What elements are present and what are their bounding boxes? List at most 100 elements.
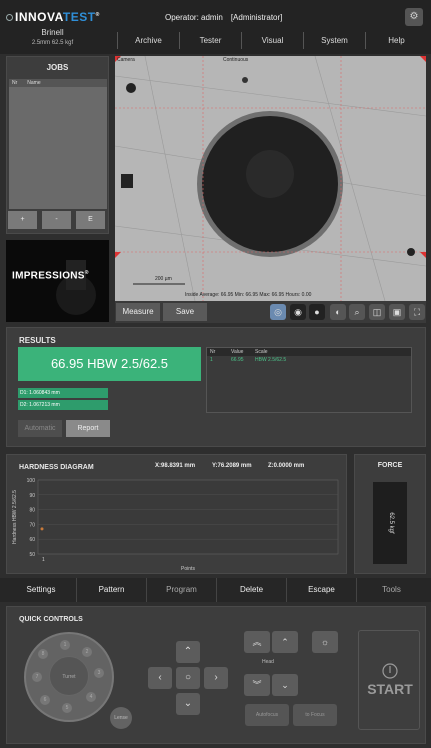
tools-button[interactable]: Tools (356, 578, 426, 602)
x-tick-label: 1 (42, 557, 45, 563)
arrow-left-icon: ‹ (158, 672, 162, 683)
jobs-panel: JOBS Nr Name (6, 56, 109, 234)
y-tick-label: 60 (29, 537, 35, 543)
save-button[interactable]: Save (163, 303, 207, 321)
start-label: START (367, 681, 413, 697)
y-tick-label: 100 (27, 478, 36, 484)
jobs-title: JOBS (46, 63, 69, 72)
brightness-icon: ☼ (320, 637, 330, 647)
circle-icon[interactable]: ● (309, 304, 325, 320)
turret-position-6[interactable]: 6 (40, 695, 50, 705)
data-point (40, 527, 44, 531)
double-chevron-up-icon: ︽ (252, 637, 262, 647)
turret-position-7[interactable]: 7 (32, 672, 42, 682)
arrow-down-icon: ⌄ (183, 698, 193, 709)
add-job-button[interactable]: + (8, 211, 37, 229)
jobs-table-header: Nr Name (9, 79, 107, 87)
method-info: Brinell 2.5mm 62.5 kgf (31, 28, 74, 46)
menu-help[interactable]: Help (365, 32, 427, 49)
x-coordinate: X:98.8391 mm (155, 463, 196, 469)
chevron-down-icon: ⌄ (281, 680, 289, 690)
report-button[interactable]: Report (66, 420, 110, 437)
settings-icon[interactable]: ⚙ (405, 8, 423, 26)
to-focus-button[interactable]: to Focus (293, 704, 337, 726)
delete-button[interactable]: Delete (216, 578, 286, 602)
results-table[interactable]: Nr Value Scale 1 66.95 HBW 2.5/62.5 (206, 347, 412, 413)
move-right-button[interactable]: › (204, 667, 228, 689)
jobs-table[interactable]: Nr Name (9, 79, 107, 209)
menu-visual[interactable]: Visual (241, 32, 303, 49)
ring-icon[interactable]: ◉ (290, 304, 306, 320)
measure-button[interactable]: Measure (116, 303, 160, 321)
quick-controls-title: QUICK CONTROLS (19, 616, 83, 623)
turret-position-3[interactable]: 3 (94, 668, 104, 678)
camera-view[interactable]: Camera Continuous 200 µm Inside Average:… (115, 56, 426, 301)
turret-position-4[interactable]: 4 (86, 692, 96, 702)
autofocus-button[interactable]: Autofocus (245, 704, 289, 726)
escape-button[interactable]: Escape (286, 578, 356, 602)
x-axis-label: Points (181, 566, 195, 572)
operator-info: Operator: admin [Administrator] (165, 13, 283, 22)
program-button[interactable]: Program (146, 578, 216, 602)
move-down-button[interactable]: ⌄ (176, 693, 200, 715)
arrow-up-icon: ⌃ (183, 646, 193, 657)
contrast-icon[interactable]: ◐ (330, 304, 346, 320)
menu-archive[interactable]: Archive (117, 32, 179, 49)
snapshot-icon[interactable]: ▣ (389, 304, 405, 320)
head-down-button[interactable]: ⌄ (272, 674, 298, 696)
y-tick-label: 90 (29, 493, 35, 499)
y-tick-label: 50 (29, 552, 35, 558)
move-left-button[interactable]: ‹ (148, 667, 172, 689)
results-title: RESULTS (19, 336, 56, 345)
scale-label: 200 µm (155, 276, 172, 282)
live-view-icon[interactable]: ◎ (270, 304, 286, 320)
results-table-header: Nr Value Scale (207, 348, 411, 356)
menu-system[interactable]: System (303, 32, 365, 49)
y-tick-label: 80 (29, 508, 35, 514)
turret-center[interactable]: Turret (49, 656, 89, 696)
remove-job-button[interactable]: - (42, 211, 71, 229)
center-button[interactable]: ○ (176, 667, 200, 689)
head-label: Head (262, 659, 274, 665)
camera-status: Continuous (223, 57, 249, 63)
hardness-value: 66.95 HBW 2.5/62.5 (18, 347, 201, 381)
move-up-button[interactable]: ⌃ (176, 641, 200, 663)
y-coordinate: Y:76.2089 mm (212, 463, 252, 469)
indentation-image (115, 56, 426, 301)
table-row[interactable]: 1 66.95 HBW 2.5/62.5 (207, 356, 411, 364)
force-value: 62.5 kgf (388, 512, 394, 534)
force-title: FORCE (377, 462, 403, 469)
head-fast-down-button[interactable]: ︾ (244, 674, 270, 696)
pattern-button[interactable]: Pattern (76, 578, 146, 602)
fullscreen-icon[interactable]: ⛶ (409, 304, 425, 320)
settings-button[interactable]: Settings (6, 578, 76, 602)
automatic-button[interactable]: Automatic (18, 420, 62, 437)
start-button[interactable]: START (358, 630, 420, 730)
turret-position-2[interactable]: 2 (82, 647, 92, 657)
measurement-readout: Inside Average: 66.95 Min: 66.95 Max: 66… (185, 292, 312, 298)
y-axis-label: Hardness HBW 2.5/62.5 (12, 490, 18, 544)
logo-mark-icon (6, 14, 13, 22)
impressions-ad[interactable]: IMPRESSIONS® (6, 240, 109, 322)
z-coordinate: Z:0.0000 mm (268, 463, 305, 469)
d1-value: D1: 1.060843 mm (18, 388, 108, 398)
head-fast-up-button[interactable]: ︽ (244, 631, 270, 653)
arrow-right-icon: › (214, 672, 218, 683)
lense-button[interactable]: Lense (110, 707, 132, 729)
head-up-button[interactable]: ⌃ (272, 631, 298, 653)
camera-icon[interactable]: ◫ (369, 304, 385, 320)
plot-area (37, 479, 339, 555)
turret-position-8[interactable]: 8 (38, 649, 48, 659)
chevron-up-icon: ⌃ (281, 637, 289, 647)
circle-icon: ○ (184, 672, 192, 683)
turret-position-5[interactable]: 5 (62, 703, 72, 713)
edit-job-button[interactable]: E (76, 211, 105, 229)
zoom-icon[interactable]: ⌕ (349, 304, 365, 320)
camera-label: Camera (117, 57, 135, 63)
turret-position-1[interactable]: 1 (60, 640, 70, 650)
hardness-chart: 100 90 80 70 60 50 1 Points Hardness HBW 2.5/62.… (12, 478, 339, 572)
force-value-graphic: 62.5 kgf (388, 512, 394, 534)
double-chevron-down-icon: ︾ (252, 680, 262, 690)
menu-tester[interactable]: Tester (179, 32, 241, 49)
light-button[interactable]: ☼ (312, 631, 338, 653)
